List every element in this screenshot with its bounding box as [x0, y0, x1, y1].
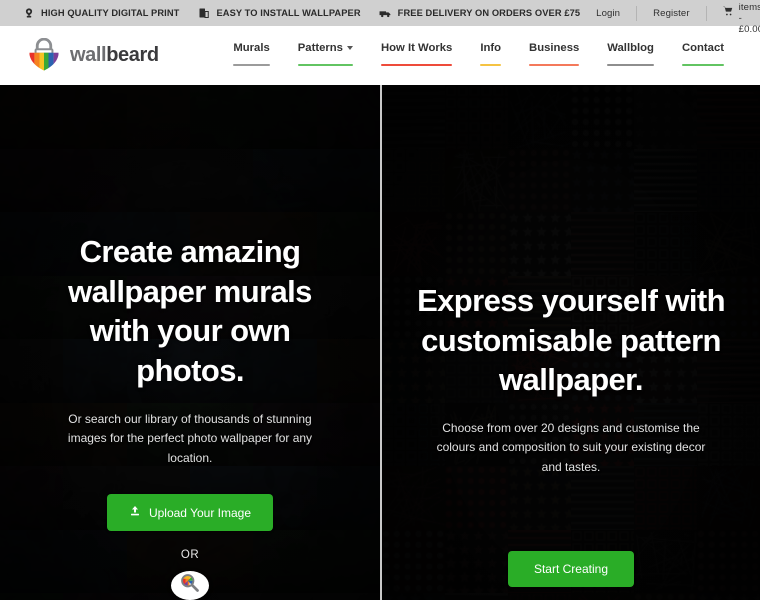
- promo-item-print-quality: HIGH QUALITY DIGITAL PRINT: [22, 7, 179, 20]
- nav-label: Patterns: [297, 41, 343, 54]
- cart-total-label: 0 items - £0.00: [738, 0, 760, 35]
- nav-underline-murals: [233, 63, 270, 66]
- mural-heading: Create amazing wallpaper murals with you…: [68, 234, 312, 389]
- promo-label: HIGH QUALITY DIGITAL PRINT: [41, 8, 180, 18]
- brand-logo-link[interactable]: wallbeard: [0, 37, 159, 74]
- promo-label: FREE DELIVERY ON ORDERS OVER £75: [397, 8, 581, 18]
- nav-item-how-it-works[interactable]: How It Works: [367, 36, 466, 66]
- search-library-button[interactable]: [171, 571, 209, 600]
- register-link[interactable]: Register: [637, 5, 707, 21]
- mural-subheading: Or search our library of thousands of st…: [67, 411, 313, 465]
- wallpaper-roll-icon: [197, 7, 210, 20]
- nav-label: Business: [529, 41, 580, 54]
- top-announcement-bar: HIGH QUALITY DIGITAL PRINT EASY TO INSTA…: [0, 0, 760, 35]
- hero-section: Create amazing wallpaper murals with you…: [0, 85, 760, 600]
- promo-item-free-delivery: FREE DELIVERY ON ORDERS OVER £75: [379, 7, 580, 20]
- hero-panel-murals[interactable]: Create amazing wallpaper murals with you…: [0, 85, 380, 600]
- or-separator-label: OR: [180, 549, 200, 561]
- nav-item-patterns[interactable]: Patterns: [284, 36, 367, 66]
- nav-underline-business: [529, 63, 580, 66]
- pattern-heading: Express yourself with customisable patte…: [417, 283, 725, 398]
- brand-name-bold: beard: [106, 44, 159, 66]
- nav-label: Wallblog: [607, 41, 654, 54]
- pattern-subheading: Choose from over 20 designs and customis…: [436, 421, 706, 474]
- promo-list: HIGH QUALITY DIGITAL PRINT EASY TO INSTA…: [0, 7, 580, 20]
- delivery-truck-icon: [379, 7, 392, 20]
- login-link[interactable]: Login: [580, 5, 638, 21]
- site-header: wallbeard Murals Patterns How It Works I…: [0, 26, 760, 85]
- nav-item-wallblog[interactable]: Wallblog: [593, 36, 668, 66]
- upload-your-image-button[interactable]: Upload Your Image: [106, 494, 274, 531]
- nav-item-murals[interactable]: Murals: [219, 36, 283, 66]
- start-creating-button[interactable]: Start Creating: [507, 551, 635, 588]
- pattern-panel-content: Express yourself with customisable patte…: [382, 85, 760, 600]
- print-quality-icon: [22, 7, 35, 20]
- shopping-cart-icon: [722, 6, 734, 20]
- chevron-down-icon: [346, 45, 353, 50]
- nav-underline-how-it-works: [380, 63, 453, 66]
- promo-label: EASY TO INSTALL WALLPAPER: [216, 8, 361, 18]
- nav-underline-patterns: [297, 63, 353, 66]
- nav-label: Contact: [681, 41, 724, 54]
- brand-wordmark: wallbeard: [70, 44, 159, 67]
- mural-panel-content: Create amazing wallpaper murals with you…: [0, 85, 380, 600]
- nav-underline-wallblog: [607, 63, 654, 66]
- nav-item-business[interactable]: Business: [515, 36, 593, 66]
- cart-summary[interactable]: 0 items - £0.00: [707, 0, 760, 35]
- upload-button-label: Upload Your Image: [148, 505, 252, 520]
- upload-icon: [129, 505, 141, 520]
- wallbeard-shield-logo: [26, 37, 62, 74]
- brand-name-light: wall: [70, 44, 107, 66]
- nav-label: Murals: [233, 41, 270, 54]
- nav-item-info[interactable]: Info: [466, 36, 515, 66]
- nav-label: How It Works: [380, 41, 453, 54]
- nav-label: Info: [480, 41, 502, 54]
- rainbow-magnifier-icon: [178, 571, 202, 600]
- promo-item-easy-install: EASY TO INSTALL WALLPAPER: [197, 7, 361, 20]
- start-creating-label: Start Creating: [533, 562, 609, 577]
- hero-panel-patterns[interactable]: Express yourself with customisable patte…: [380, 85, 760, 600]
- nav-item-contact[interactable]: Contact: [668, 36, 738, 66]
- nav-underline-info: [480, 63, 502, 66]
- account-links: Login Register 0 items - £0.00: [580, 0, 760, 35]
- main-navigation: Murals Patterns How It Works Info Busine…: [219, 36, 760, 76]
- nav-underline-contact: [681, 63, 724, 66]
